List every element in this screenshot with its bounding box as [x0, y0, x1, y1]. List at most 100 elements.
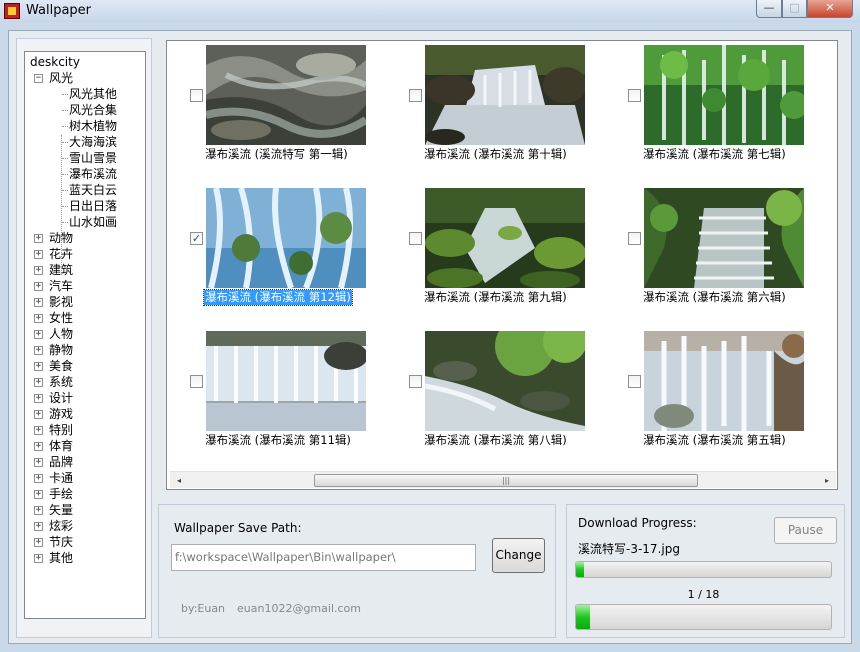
tree-category-item[interactable]: + 品牌 [25, 454, 145, 470]
tree-category-item[interactable]: + 游戏 [25, 406, 145, 422]
wallpaper-tile[interactable]: ✓ 瀑布溪流 (瀑布溪流 第12辑) [167, 184, 367, 314]
tree-category-item[interactable]: + 其他 [25, 550, 145, 566]
tree-category-label[interactable]: 动物 [49, 230, 73, 246]
tree-category-label[interactable]: 女性 [49, 310, 73, 326]
scroll-right-arrow-icon[interactable]: ▸ [820, 474, 834, 487]
change-path-button[interactable]: Change [492, 538, 545, 573]
expand-icon[interactable]: + [34, 458, 43, 467]
tree-category-item[interactable]: + 女性 [25, 310, 145, 326]
collapse-icon[interactable]: − [34, 74, 43, 83]
tree-subcategory-item[interactable]: 蓝天白云 [25, 182, 145, 198]
horizontal-scrollbar[interactable]: ◂ ||| ▸ [170, 471, 836, 488]
tree-subcategory-label[interactable]: 瀑布溪流 [69, 166, 117, 182]
wallpaper-checkbox[interactable] [409, 232, 422, 245]
tree-category-label[interactable]: 建筑 [49, 262, 73, 278]
tree-category-label[interactable]: 游戏 [49, 406, 73, 422]
expand-icon[interactable]: + [34, 426, 43, 435]
tree-subcategory-label[interactable]: 雪山雪景 [69, 150, 117, 166]
tree-category-label[interactable]: 人物 [49, 326, 73, 342]
tree-category-item[interactable]: + 手绘 [25, 486, 145, 502]
tree-category-item[interactable]: + 卡通 [25, 470, 145, 486]
tree-category-item[interactable]: + 体育 [25, 438, 145, 454]
tree-category-item[interactable]: + 建筑 [25, 262, 145, 278]
tree-category-label[interactable]: 静物 [49, 342, 73, 358]
tree-subcategory-label[interactable]: 树木植物 [69, 118, 117, 134]
wallpaper-caption[interactable]: 瀑布溪流 (瀑布溪流 第11辑) [204, 433, 352, 448]
tree-category-item[interactable]: + 系统 [25, 374, 145, 390]
close-button[interactable]: ✕ [807, 0, 853, 18]
scroll-thumb[interactable]: ||| [314, 474, 698, 487]
expand-icon[interactable]: + [34, 474, 43, 483]
expand-icon[interactable]: + [34, 442, 43, 451]
wallpaper-thumbnail[interactable] [206, 188, 366, 288]
tree-category-label[interactable]: 节庆 [49, 534, 73, 550]
wallpaper-checkbox[interactable] [628, 89, 641, 102]
tree-subcategory-item[interactable]: 大海海滨 [25, 134, 145, 150]
tree-category-label[interactable]: 矢量 [49, 502, 73, 518]
wallpaper-thumbnail[interactable] [644, 188, 804, 288]
tree-category-item[interactable]: + 设计 [25, 390, 145, 406]
minimize-button[interactable]: — [756, 0, 782, 18]
wallpaper-tile[interactable]: 瀑布溪流 (瀑布溪流 第七辑) [605, 41, 805, 171]
tree-category-item[interactable]: + 花卉 [25, 246, 145, 262]
wallpaper-caption[interactable]: 瀑布溪流 (瀑布溪流 第七辑) [642, 147, 787, 162]
wallpaper-thumbnail[interactable] [425, 188, 585, 288]
expand-icon[interactable]: + [34, 490, 43, 499]
tree-category-item[interactable]: + 动物 [25, 230, 145, 246]
tree-category-item[interactable]: + 美食 [25, 358, 145, 374]
tree-category-label[interactable]: 其他 [49, 550, 73, 566]
tree-category-label[interactable]: 品牌 [49, 454, 73, 470]
tree-category-label[interactable]: 炫彩 [49, 518, 73, 534]
wallpaper-caption[interactable]: 瀑布溪流 (瀑布溪流 第十辑) [423, 147, 568, 162]
wallpaper-checkbox[interactable] [190, 375, 203, 388]
wallpaper-checkbox[interactable]: ✓ [190, 232, 203, 245]
wallpaper-thumbnail[interactable] [425, 45, 585, 145]
wallpaper-checkbox[interactable] [628, 232, 641, 245]
wallpaper-caption[interactable]: 瀑布溪流 (瀑布溪流 第六辑) [642, 290, 787, 305]
wallpaper-caption[interactable]: 瀑布溪流 (溪流特写 第一辑) [204, 147, 349, 162]
tree-category-label[interactable]: 美食 [49, 358, 73, 374]
wallpaper-caption[interactable]: 瀑布溪流 (瀑布溪流 第五辑) [642, 433, 787, 448]
wallpaper-thumbnail[interactable] [425, 331, 585, 431]
wallpaper-caption[interactable]: 瀑布溪流 (瀑布溪流 第12辑) [203, 289, 353, 306]
wallpaper-thumbnail[interactable] [206, 45, 366, 145]
expand-icon[interactable]: + [34, 314, 43, 323]
expand-icon[interactable]: + [34, 330, 43, 339]
tree-category-item[interactable]: + 影视 [25, 294, 145, 310]
wallpaper-caption[interactable]: 瀑布溪流 (瀑布溪流 第八辑) [423, 433, 568, 448]
tree-subcategory-item[interactable]: 风光其他 [25, 86, 145, 102]
tree-subcategory-label[interactable]: 日出日落 [69, 198, 117, 214]
wallpaper-tile[interactable]: 瀑布溪流 (瀑布溪流 第五辑) [605, 327, 805, 457]
expand-icon[interactable]: + [34, 298, 43, 307]
expand-icon[interactable]: + [34, 346, 43, 355]
tree-category-label[interactable]: 汽车 [49, 278, 73, 294]
expand-icon[interactable]: + [34, 250, 43, 259]
save-path-input[interactable]: f:\workspace\Wallpaper\Bin\wallpaper\ [171, 544, 476, 571]
wallpaper-tile[interactable]: 瀑布溪流 (瀑布溪流 第九辑) [386, 184, 586, 314]
tree-root[interactable]: deskcity [25, 54, 145, 70]
scroll-left-arrow-icon[interactable]: ◂ [172, 474, 186, 487]
wallpaper-tile[interactable]: 瀑布溪流 (瀑布溪流 第11辑) [167, 327, 367, 457]
wallpaper-tile[interactable]: 瀑布溪流 (瀑布溪流 第八辑) [386, 327, 586, 457]
wallpaper-thumbnail[interactable] [206, 331, 366, 431]
expand-icon[interactable]: + [34, 362, 43, 371]
maximize-button[interactable]: □ [782, 0, 807, 18]
tree-subcategory-label[interactable]: 山水如画 [69, 214, 117, 230]
tree-subcategory-item[interactable]: 风光合集 [25, 102, 145, 118]
wallpaper-thumbnail[interactable] [644, 45, 804, 145]
tree-category-expanded[interactable]: − 风光 [25, 70, 145, 86]
wallpaper-tile[interactable]: 瀑布溪流 (瀑布溪流 第十辑) [386, 41, 586, 171]
tree-category-label[interactable]: 系统 [49, 374, 73, 390]
category-tree[interactable]: deskcity − 风光 风光其他 风光合集 树木植物 大海海滨 雪山雪景 瀑布溪流 蓝天白云… [24, 51, 146, 619]
tree-category-item[interactable]: + 节庆 [25, 534, 145, 550]
pause-button[interactable]: Pause [774, 517, 837, 544]
expand-icon[interactable]: + [34, 506, 43, 515]
expand-icon[interactable]: + [34, 522, 43, 531]
tree-category-label[interactable]: 影视 [49, 294, 73, 310]
tree-category-label[interactable]: 花卉 [49, 246, 73, 262]
tree-subcategory-label[interactable]: 风光合集 [69, 102, 117, 118]
wallpaper-tile[interactable]: 瀑布溪流 (溪流特写 第一辑) [167, 41, 367, 171]
expand-icon[interactable]: + [34, 266, 43, 275]
wallpaper-thumbnail[interactable] [644, 331, 804, 431]
tree-subcategory-item[interactable]: 瀑布溪流 [25, 166, 145, 182]
